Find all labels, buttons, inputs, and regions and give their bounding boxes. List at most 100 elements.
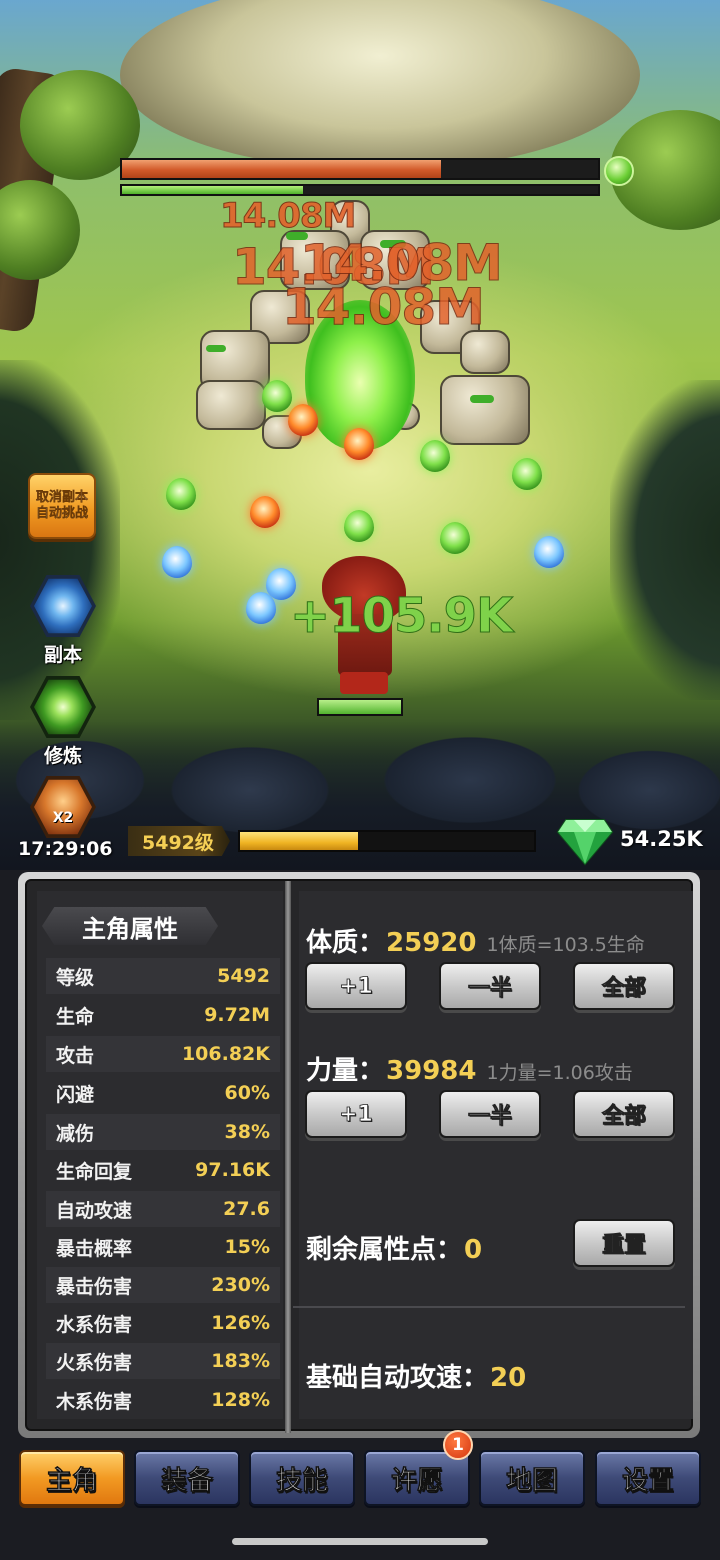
golem-moss [206,345,226,352]
constitution-hint: 1体质=103.5生命 [486,934,645,956]
cultivate-button[interactable]: 修炼 [29,674,97,768]
wood-orb [344,510,374,542]
stat-name: 暴击伤害 [56,1275,133,1298]
stat-row: 闪避 60% [46,1075,280,1111]
stat-name: 闪避 [56,1083,95,1106]
stat-value: 9.72M [204,1004,270,1026]
remaining-points-line: 剩余属性点： 0 [306,1229,482,1266]
wood-orb [166,478,196,510]
stat-row: 暴击伤害 230% [46,1267,280,1303]
golem-right-fist [440,375,530,445]
remaining-points-label: 剩余属性点： [306,1235,463,1265]
foreground-fern [610,380,720,700]
strength-line: 力量： 39984 1力量=1.06攻击 [306,1050,633,1087]
stat-name: 木系伤害 [56,1390,133,1413]
water-orb [246,592,276,624]
strength-all-button[interactable]: 全部 [573,1090,675,1138]
boss-element-icon [604,156,634,186]
golem-moss [470,395,494,403]
strength-hint: 1力量=1.06攻击 [486,1062,633,1084]
wood-orb [420,440,450,472]
stat-value: 27.6 [223,1198,270,1220]
boss-health-fill [122,160,441,178]
stat-value: 5492 [217,965,270,987]
stat-row: 自动攻速 27.6 [46,1191,280,1227]
golem-right-arm [460,330,510,374]
constitution-value: 25920 [386,928,477,958]
stat-value: 15% [224,1236,270,1258]
heal-number: +105.9K [289,588,513,645]
strength-value: 39984 [386,1056,477,1086]
cultivate-icon-frame [30,675,96,739]
dungeon-icon-frame [30,574,96,638]
stat-value: 38% [224,1121,270,1143]
constitution-all-button[interactable]: 全部 [573,962,675,1010]
tab-skills[interactable]: 技能 [249,1450,355,1506]
hero-health-fill [319,700,401,714]
bush [0,180,80,280]
dungeon-button[interactable]: 副本 [29,573,97,667]
swirl-icon [34,679,92,735]
double-icon-frame: X2 [30,775,96,839]
base-attack-speed-label: 基础自动攻速： [306,1363,489,1393]
hero-health-bar [317,698,403,716]
home-indicator[interactable] [232,1538,488,1545]
stat-value: 183% [211,1350,270,1372]
stat-row: 暴击概率 15% [46,1229,280,1265]
fire-orb [288,404,318,436]
constitution-line: 体质： 25920 1体质=103.5生命 [306,922,645,959]
constitution-half-button[interactable]: 一半 [439,962,541,1010]
tab-settings[interactable]: 设置 [595,1450,701,1506]
reset-button[interactable]: 重置 [573,1219,675,1267]
stat-value: 106.82K [181,1043,270,1065]
gem-count: 54.25K [620,827,703,851]
stat-name: 生命回复 [56,1160,133,1183]
cultivate-label: 修炼 [43,745,82,767]
countdown-timer: 17:29:06 [18,838,113,860]
damage-number: 14.08M [219,196,356,237]
diamond-icon [556,819,614,866]
tab-equipment[interactable]: 装备 [134,1450,240,1506]
xp-bar [238,830,536,852]
wish-notification-badge: 1 [443,1430,473,1460]
base-attack-speed-value: 20 [490,1363,527,1393]
tab-hero[interactable]: 主角 [19,1450,125,1506]
panel-divider [285,881,291,1433]
strength-plus-one-button[interactable]: +1 [305,1090,407,1138]
strength-half-button[interactable]: 一半 [439,1090,541,1138]
player-level-tag: 5492级 [128,826,230,856]
stat-name: 自动攻速 [56,1199,133,1222]
section-divider [293,1306,685,1308]
stat-value: 230% [211,1274,270,1296]
stat-name: 暴击概率 [56,1237,133,1260]
stat-row: 木系伤害 128% [46,1382,280,1418]
remaining-points-value: 0 [464,1235,483,1265]
cancel-auto-label-line2: 自动挑战 [35,506,88,521]
stat-name: 水系伤害 [56,1313,133,1336]
strength-label: 力量： [306,1056,385,1086]
constitution-label: 体质： [306,928,385,958]
vortex-icon [34,578,92,634]
double-speed-button[interactable]: X2 [29,774,97,840]
stat-row: 水系伤害 126% [46,1305,280,1341]
stat-name: 减伤 [56,1122,95,1145]
stat-row: 减伤 38% [46,1114,280,1150]
cancel-auto-challenge-button[interactable]: 取消副本 自动挑战 [28,473,96,539]
stat-name: 攻击 [56,1044,95,1067]
stat-value: 97.16K [195,1159,270,1181]
dungeon-label: 副本 [43,644,82,666]
double-badge: X2 [52,810,74,826]
boss-health-bar [120,158,600,180]
stat-row: 火系伤害 183% [46,1343,280,1379]
tab-map[interactable]: 地图 [479,1450,585,1506]
battle-scene: 14.08M 14.08M 14.08M 14.08M +105.9K [0,0,720,870]
stat-name: 等级 [56,966,95,989]
cancel-auto-label-line1: 取消副本 [35,490,88,505]
stats-title: 主角属性 [82,914,178,943]
constitution-plus-one-button[interactable]: +1 [305,962,407,1010]
xp-fill [240,832,358,850]
wood-orb [262,380,292,412]
cliff-background [120,0,640,170]
stat-row: 攻击 106.82K [46,1036,280,1072]
fire-orb [344,428,374,460]
